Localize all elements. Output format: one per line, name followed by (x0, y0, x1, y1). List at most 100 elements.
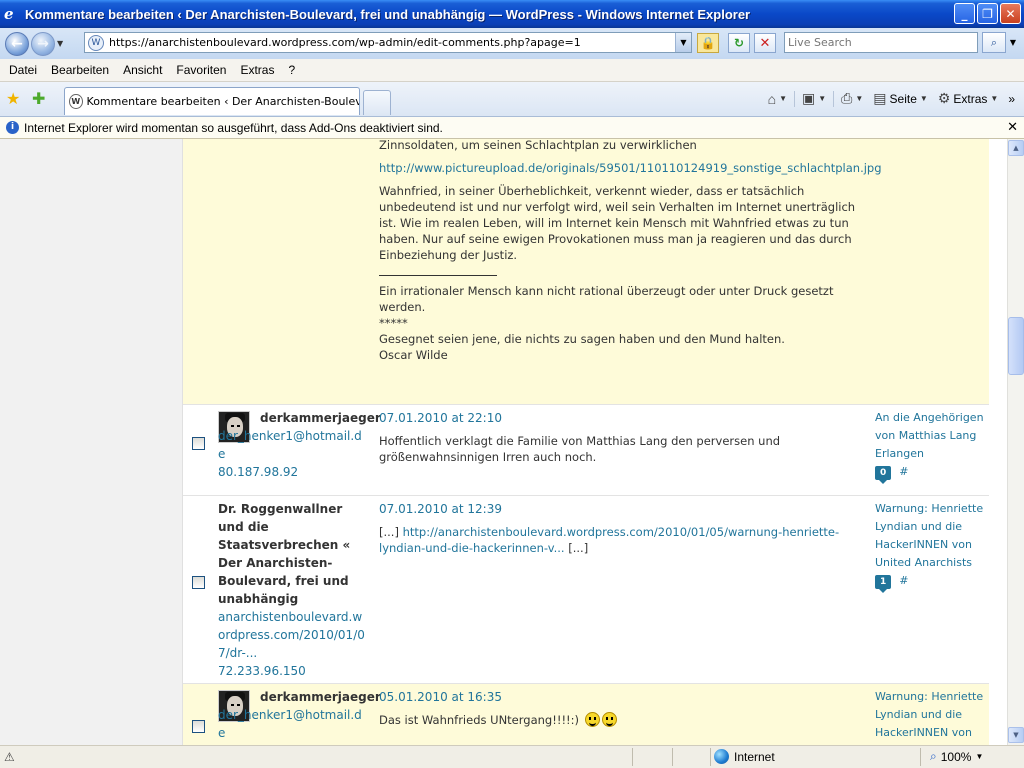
comment-count-badge[interactable]: 0 (875, 466, 892, 484)
home-dropdown-icon[interactable]: ▼ (779, 94, 787, 103)
close-window-button[interactable]: ✕ (1000, 3, 1021, 24)
comment-body: 05.01.2010 at 16:35 Das ist Wahnfrieds U… (379, 689, 864, 728)
comment-date-link[interactable]: 07.01.2010 at 12:39 (379, 501, 864, 517)
feeds-dropdown-icon[interactable]: ▼ (818, 94, 826, 103)
chevron-more-icon[interactable]: » (1005, 92, 1018, 106)
address-toolbar: ← → ▼ W https://anarchistenboulevard.wor… (0, 28, 1024, 59)
add-favorite-icon[interactable]: ✚ (32, 89, 45, 108)
address-dropdown-icon[interactable]: ▼ (675, 33, 691, 52)
author-ip-link[interactable]: 80.187.98.92 (218, 463, 368, 481)
permalink-hash[interactable]: # (899, 574, 908, 587)
scroll-up-icon[interactable]: ▲ (1008, 140, 1024, 156)
comment-checkbox[interactable] (192, 720, 205, 733)
status-separator (920, 748, 921, 766)
maximize-button[interactable]: ❐ (977, 3, 998, 24)
author-url-link[interactable]: anarchistenboulevard.wordpress.com/2010/… (218, 608, 368, 662)
comment-checkbox[interactable] (192, 576, 205, 589)
author-email-link[interactable]: der_henker1@hotmail.de (218, 706, 368, 742)
vertical-scrollbar[interactable]: ▲ ▼ (1007, 139, 1024, 745)
signature-line: Ein irrationaler Mensch kann nicht ratio… (379, 284, 834, 314)
home-button[interactable]: ⌂ ▼ (765, 91, 790, 107)
comment-text: Hoffentlich verklagt die Familie von Mat… (379, 434, 781, 464)
security-lock-icon[interactable]: 🔒 (697, 33, 719, 53)
response-post-link[interactable]: Warnung: Henriette Lyndian und die Hacke… (875, 688, 985, 742)
comment-link[interactable]: http://anarchistenboulevard.wordpress.co… (379, 525, 839, 555)
history-dropdown-icon[interactable]: ▼ (57, 39, 67, 48)
forward-button[interactable]: → (31, 31, 55, 56)
permalink-hash[interactable]: # (899, 465, 908, 478)
address-bar[interactable]: W https://anarchistenboulevard.wordpress… (84, 32, 692, 53)
table-row: derkammerjaeger der_henker1@hotmail.de 8… (183, 405, 989, 496)
signature-author: Oscar Wilde (379, 348, 448, 362)
menu-item-help[interactable]: ? (281, 63, 302, 77)
comment-checkbox[interactable] (192, 437, 205, 450)
tab-toolbar: ★ ✚ W Kommentare bearbeiten ‹ Der Anarch… (0, 82, 1024, 117)
toolbar-separator (794, 90, 796, 107)
menu-item-datei[interactable]: Datei (0, 63, 44, 77)
live-search-box[interactable] (784, 32, 978, 53)
comment-body: 07.01.2010 at 22:10 Hoffentlich verklagt… (379, 410, 864, 465)
refresh-button[interactable]: ↻ (728, 33, 750, 53)
stop-button[interactable]: ✕ (754, 33, 776, 53)
smiley-icon (601, 712, 617, 727)
status-separator (672, 748, 673, 766)
zoom-control[interactable]: ⌕ 100% ▼ (930, 749, 983, 764)
address-url[interactable]: https://anarchistenboulevard.wordpress.c… (109, 36, 581, 49)
search-icon[interactable]: ⌕ (982, 32, 1006, 53)
scroll-down-icon[interactable]: ▼ (1008, 727, 1024, 743)
menu-item-extras[interactable]: Extras (233, 63, 281, 77)
comment-date-link[interactable]: 07.01.2010 at 22:10 (379, 410, 864, 426)
window-titlebar: e Kommentare bearbeiten ‹ Der Anarchiste… (0, 0, 1024, 28)
response-post-link[interactable]: Warnung: Henriette Lyndian und die Hacke… (875, 500, 985, 572)
print-button[interactable]: ⎙ ▼ (838, 90, 866, 107)
new-tab-button[interactable] (363, 90, 391, 115)
response-post-link[interactable]: An die Angehörigen von Matthias Lang Erl… (875, 409, 985, 463)
comment-text-prefix: [...] (379, 525, 403, 539)
menu-item-bearbeiten[interactable]: Bearbeiten (44, 63, 116, 77)
search-options-dropdown-icon[interactable]: ▼ (1007, 32, 1019, 53)
status-separator (710, 748, 711, 766)
close-icon[interactable]: ✕ (1007, 120, 1018, 135)
back-button[interactable]: ← (5, 31, 29, 56)
signature-stars: ***** (379, 316, 408, 330)
page-icon: ▤ (873, 90, 887, 106)
comments-list: Zinnsoldaten, um seinen Schlachtplan zu … (183, 139, 989, 745)
tools-menu-button[interactable]: ⚙ Extras ▼ (935, 90, 1002, 107)
comment-author: derkammerjaeger der_henker1@hotmail.de (218, 688, 381, 742)
tab-label: Kommentare bearbeiten ‹ Der Anarchisten-… (86, 95, 359, 108)
zoom-dropdown-icon[interactable]: ▼ (975, 752, 983, 761)
information-bar[interactable]: i Internet Explorer wird momentan so aus… (0, 117, 1024, 139)
comment-date-link[interactable]: 05.01.2010 at 16:35 (379, 689, 864, 705)
menu-item-favoriten[interactable]: Favoriten (169, 63, 233, 77)
security-zone-label: Internet (734, 749, 775, 764)
comment-text: [...] http://anarchistenboulevard.wordpr… (379, 524, 864, 556)
page-menu-button[interactable]: ▤ Seite ▼ (870, 90, 931, 107)
comment-link[interactable]: http://www.pictureupload.de/originals/59… (379, 161, 882, 175)
feeds-button[interactable]: ▣ ▼ (799, 90, 829, 107)
author-name: derkammerjaeger (260, 690, 381, 704)
response-to: Warnung: Henriette Lyndian und die Hacke… (875, 500, 985, 593)
comment-body: Zinnsoldaten, um seinen Schlachtplan zu … (379, 139, 882, 363)
table-row: Dr. Roggenwallner und die Staatsverbrech… (183, 496, 989, 684)
scrollbar-thumb[interactable] (1008, 317, 1024, 375)
wordpress-icon: W (69, 94, 83, 109)
info-icon: i (6, 121, 19, 134)
tools-menu-label: Extras (953, 91, 988, 106)
print-dropdown-icon[interactable]: ▼ (855, 94, 863, 103)
menu-item-ansicht[interactable]: Ansicht (116, 63, 169, 77)
admin-sidebar (0, 139, 183, 745)
author-ip-link[interactable]: 72.233.96.150 (218, 662, 368, 680)
magnifier-icon: ⌕ (930, 749, 937, 763)
search-input[interactable] (785, 33, 977, 52)
comment-count-badge[interactable]: 1 (875, 575, 892, 593)
comment-author: derkammerjaeger der_henker1@hotmail.de 8… (218, 409, 381, 481)
minimize-button[interactable]: _ (954, 3, 975, 24)
comment-text-suffix: [...] (564, 541, 589, 555)
author-email-link[interactable]: der_henker1@hotmail.de (218, 427, 368, 463)
favorites-star-icon[interactable]: ★ (6, 89, 20, 108)
comment-body: 07.01.2010 at 12:39 [...] http://anarchi… (379, 501, 864, 556)
tab-active[interactable]: W Kommentare bearbeiten ‹ Der Anarchiste… (64, 87, 360, 115)
signature-divider (379, 275, 497, 276)
command-bar: ⌂ ▼ ▣ ▼ ⎙ ▼ ▤ Seite ▼ ⚙ Extras ▼ » (765, 90, 1018, 107)
security-zone[interactable]: Internet (714, 749, 775, 764)
